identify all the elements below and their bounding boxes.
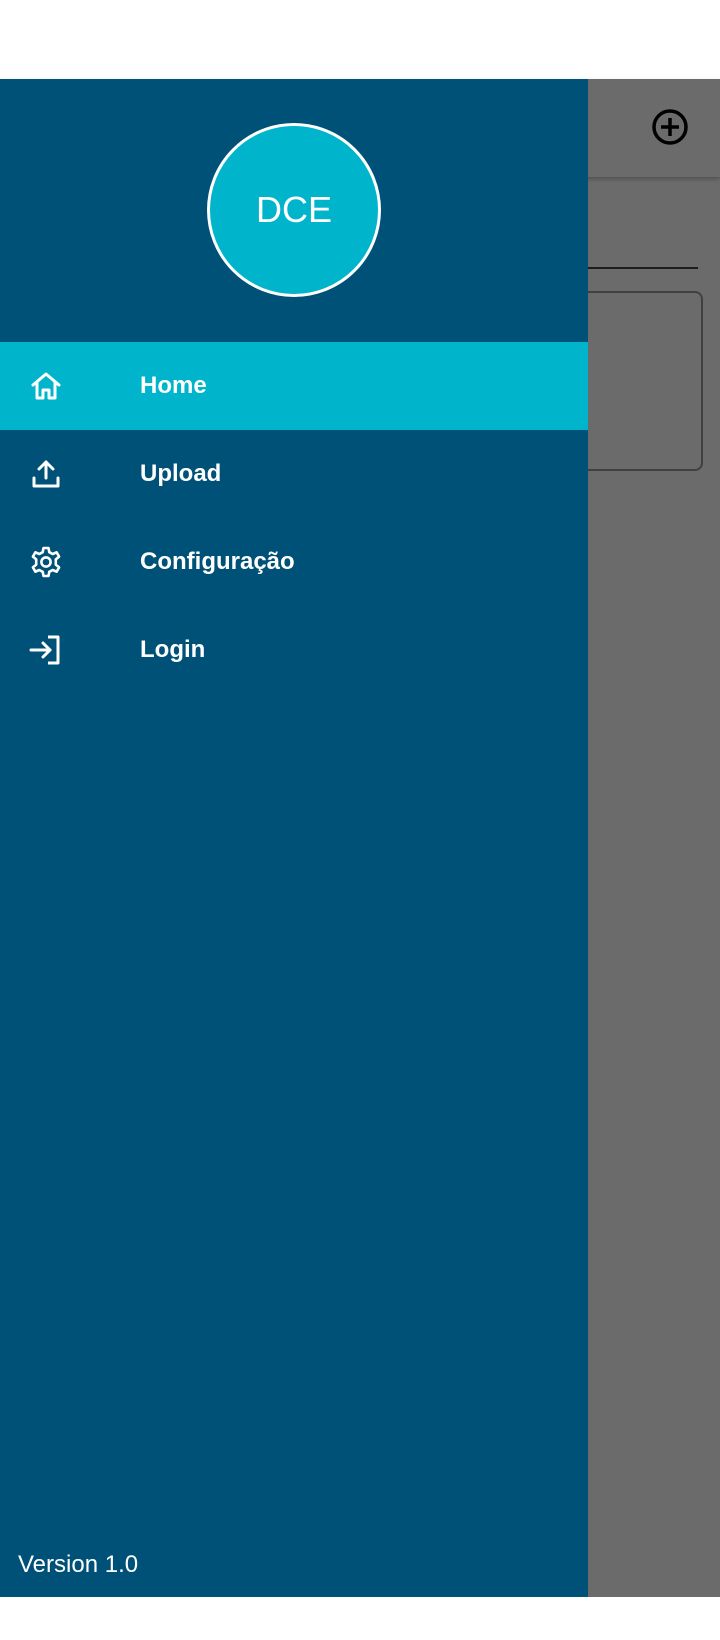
menu-item-upload[interactable]: Upload — [0, 430, 588, 518]
navigation-bar — [0, 1597, 720, 1640]
gear-icon — [31, 546, 61, 578]
navigation-drawer: DCE Home Upload Configuração Login Versi… — [0, 79, 588, 1597]
drawer-menu: Home Upload Configuração Login — [0, 342, 588, 694]
avatar: DCE — [207, 123, 381, 297]
menu-item-label: Upload — [140, 460, 222, 487]
menu-item-home[interactable]: Home — [0, 342, 588, 430]
status-bar — [0, 0, 720, 79]
login-icon — [29, 635, 60, 665]
upload-icon — [32, 460, 60, 488]
menu-item-label: Home — [140, 372, 207, 399]
avatar-initials: DCE — [255, 189, 332, 230]
home-icon — [31, 372, 61, 400]
menu-item-label: Login — [140, 636, 206, 663]
menu-item-configuracao[interactable]: Configuração — [0, 518, 588, 606]
menu-item-label: Configuração — [140, 548, 295, 575]
version-label: Version 1.0 — [18, 1551, 139, 1578]
menu-item-login[interactable]: Login — [0, 606, 588, 694]
